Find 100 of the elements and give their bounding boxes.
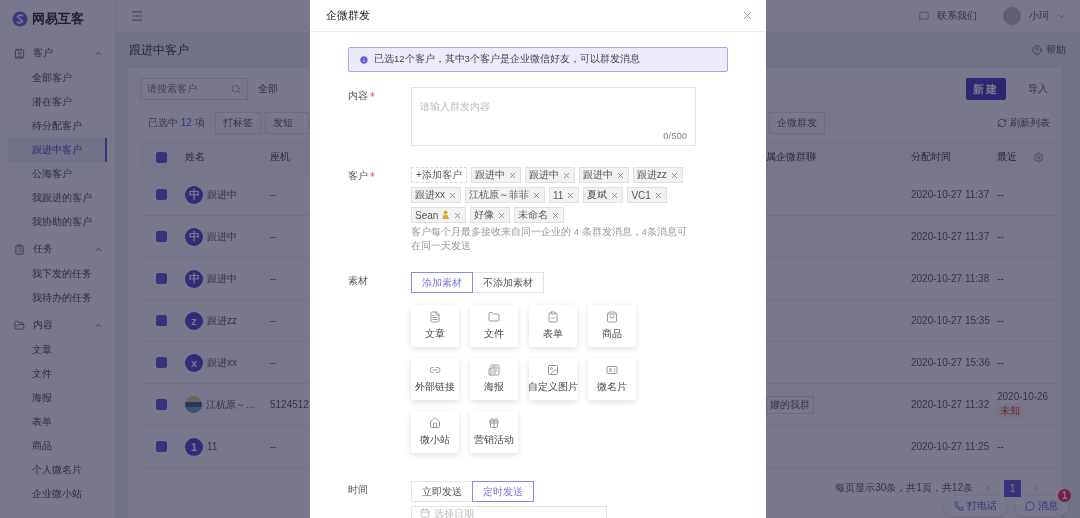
info-icon (359, 54, 369, 65)
remove-icon[interactable] (566, 190, 576, 200)
menu-group[interactable]: 客户 (0, 40, 115, 66)
recent-cell: -- (997, 441, 1004, 452)
remove-icon[interactable] (610, 190, 620, 200)
menu-item[interactable]: 公海客户 (8, 162, 107, 186)
material-card[interactable]: 微小站 (411, 411, 459, 453)
customer-tag: 江杭原～菲菲 (465, 187, 545, 203)
checkbox[interactable] (156, 151, 167, 163)
landline-cell: -- (270, 231, 277, 242)
remove-icon[interactable] (653, 190, 663, 200)
chat-icon (919, 11, 929, 21)
remove-icon[interactable] (551, 210, 561, 220)
checkbox[interactable] (156, 441, 167, 452)
material-card[interactable]: 海报 (470, 358, 518, 400)
time-cell: 2020-10-27 11:38 (911, 273, 990, 284)
group-send-button[interactable]: 企微群发 (768, 112, 825, 134)
material-card[interactable]: 外部链接 (411, 358, 459, 400)
customer-tag: VC1 (627, 187, 667, 203)
remove-icon[interactable] (497, 210, 507, 220)
contact-card-icon (14, 47, 25, 59)
material-card[interactable]: 商品 (588, 305, 636, 347)
remove-icon[interactable] (532, 190, 541, 200)
checklist-icon (547, 311, 559, 323)
settings-icon[interactable] (1033, 151, 1044, 163)
landline-cell: -- (270, 315, 277, 326)
time-cell: 2020-10-27 11:32 (911, 399, 990, 410)
column-header: 分配时间 (911, 150, 951, 164)
field-label: 素材 (348, 274, 368, 288)
menu-group[interactable]: 内容 (0, 312, 115, 338)
customer-tag: 跟进中 (524, 167, 575, 183)
import-button[interactable]: 导入 (1020, 82, 1056, 96)
menu-group[interactable]: 任务 (0, 236, 115, 262)
new-button[interactable]: 新建 (966, 78, 1006, 100)
menu-item[interactable]: 我协助的客户 (8, 210, 107, 234)
checkbox[interactable] (156, 315, 167, 326)
time-cell: 2020-10-27 15:35 (911, 315, 990, 326)
calendar-icon (420, 508, 430, 518)
avatar (1003, 7, 1021, 25)
recent-cell: -- (997, 315, 1004, 326)
remove-icon[interactable] (453, 210, 463, 220)
menu-item[interactable]: 我下发的任务 (8, 262, 107, 286)
material-card[interactable]: 文章 (411, 305, 459, 347)
remove-icon[interactable] (669, 170, 679, 180)
checkbox[interactable] (156, 399, 167, 410)
toolbar-button[interactable]: 发短 (264, 112, 309, 134)
folder-icon (14, 319, 25, 331)
contact-link[interactable]: 联系我们 (937, 9, 977, 23)
menu-item[interactable]: 企业微小站 (8, 482, 107, 506)
time-cell: 2020-10-27 15:36 (911, 357, 990, 368)
group-tag: 娜的我群 (766, 395, 814, 414)
content-textarea[interactable]: 请输入群发内容 0/500 (411, 87, 696, 146)
column-header: 最近 (997, 150, 1017, 164)
name-cell: 11 (207, 441, 218, 452)
material-card[interactable]: 表单 (529, 305, 577, 347)
time-cell: 2020-10-27 11:37 (911, 231, 990, 242)
menu-item[interactable]: 潜在客户 (8, 90, 107, 114)
menu-item[interactable]: 文件 (8, 362, 107, 386)
checkbox[interactable] (156, 231, 167, 242)
poster-icon (488, 364, 500, 376)
menu-item[interactable]: 海报 (8, 386, 107, 410)
recent-cell: 2020-10-26 (997, 391, 1049, 402)
material-card[interactable]: 文件 (470, 305, 518, 347)
menu-item[interactable]: 我跟进的客户 (8, 186, 107, 210)
logo-icon (12, 11, 28, 27)
menu-item[interactable]: 个人微名片 (8, 458, 107, 482)
letter-avatar: 1 (185, 437, 203, 456)
remove-icon[interactable] (615, 170, 625, 180)
checkbox[interactable] (156, 189, 167, 200)
option-button[interactable]: 立即发送 (411, 481, 473, 502)
filter-dropdown[interactable]: 全部 (258, 82, 278, 96)
material-card[interactable]: 营销活动 (470, 411, 518, 453)
remove-icon[interactable] (561, 170, 571, 180)
menu-item[interactable]: 我待办的任务 (8, 286, 107, 310)
help-icon (1032, 45, 1042, 55)
bag-icon (606, 311, 618, 323)
option-button[interactable]: 不添加素材 (472, 272, 544, 293)
menu-item[interactable]: 全部客户 (8, 66, 107, 90)
floating-button[interactable]: 打电话 (944, 496, 1007, 516)
landline-cell: -- (270, 273, 277, 284)
option-button[interactable]: 添加素材 (411, 272, 473, 293)
customer-tag: 跟进中 (578, 167, 629, 183)
remove-icon[interactable] (507, 170, 517, 180)
material-card[interactable]: 微名片 (588, 358, 636, 400)
menu-item[interactable]: 表单 (8, 410, 107, 434)
page-button[interactable]: 1 (1004, 479, 1021, 497)
checkbox[interactable] (156, 273, 167, 284)
material-card[interactable]: 自定义图片 (529, 358, 577, 400)
add-customer-button[interactable]: +添加客户 (411, 167, 467, 183)
refresh-icon (997, 118, 1007, 128)
menu-icon[interactable] (130, 9, 144, 23)
checkbox[interactable] (156, 357, 167, 368)
letter-avatar: x (185, 353, 203, 372)
menu-item[interactable]: 待分配客户 (8, 114, 107, 138)
menu-item[interactable]: 商品 (8, 434, 107, 458)
customer-tag: 夏斌 (583, 187, 624, 203)
close-button[interactable] (741, 9, 754, 22)
menu-item[interactable]: 文章 (8, 338, 107, 362)
option-button[interactable]: 定时发送 (472, 481, 534, 502)
remove-icon[interactable] (448, 190, 457, 200)
